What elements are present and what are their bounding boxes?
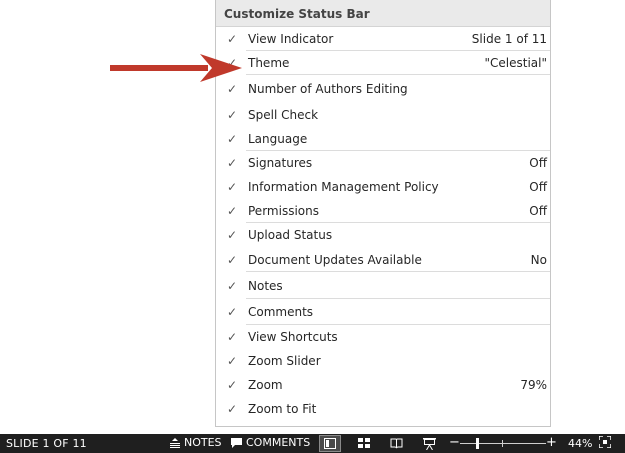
menu-item-label: View Shortcuts [248, 330, 338, 344]
checkmark-icon: ✓ [226, 228, 238, 242]
powerpoint-window: Customize Status Bar ✓ View Indicator Sl… [0, 0, 625, 453]
zoom-slider-thumb[interactable] [476, 438, 479, 449]
menu-item-value: No [530, 252, 547, 267]
menu-item-label: Spell Check [248, 108, 319, 122]
menu-item-label: Zoom Slider [248, 354, 321, 368]
normal-view-button[interactable] [319, 435, 341, 452]
menu-item-value: 79% [520, 378, 547, 392]
menu-title: Customize Status Bar [216, 0, 550, 27]
menu-item-label: Zoom to Fit [248, 402, 317, 416]
menu-item-label: Zoom [248, 378, 283, 392]
checkmark-icon: ✓ [226, 305, 238, 319]
menu-item-label: Information Management Policy [248, 180, 439, 194]
checkmark-icon: ✓ [226, 378, 238, 392]
menu-item-label: Document Updates Available [248, 252, 422, 267]
checkmark-icon: ✓ [226, 252, 238, 267]
menu-item-label: Comments [248, 305, 314, 319]
slide-show-icon [422, 437, 436, 450]
menu-item-label: Signatures [248, 156, 313, 170]
checkmark-icon: ✓ [226, 402, 238, 416]
checkmark-icon: ✓ [226, 156, 238, 170]
notes-label: NOTES [184, 436, 222, 449]
zoom-out-button[interactable]: − [449, 435, 460, 450]
zoom-level[interactable]: 44% [568, 437, 592, 450]
menu-item-view-shortcuts[interactable]: ✓ View Shortcuts [216, 325, 550, 349]
comments-button[interactable]: COMMENTS [231, 436, 310, 449]
notes-button[interactable]: NOTES [170, 436, 222, 449]
menu-item-label: Theme [248, 56, 290, 70]
slide-show-button[interactable] [418, 435, 440, 452]
checkmark-icon: ✓ [226, 108, 238, 122]
checkmark-icon: ✓ [226, 82, 238, 96]
menu-item-value: Off [529, 180, 547, 194]
menu-item-label: Number of Authors Editing [248, 82, 408, 96]
fit-to-window-button[interactable] [598, 435, 612, 451]
menu-item-document-updates-available[interactable]: ✓ Document Updates Available No [216, 247, 550, 272]
menu-item-spell-check[interactable]: ✓ Spell Check [216, 103, 550, 127]
menu-item-signatures[interactable]: ✓ Signatures Off [216, 151, 550, 175]
customize-status-bar-menu: Customize Status Bar ✓ View Indicator Sl… [215, 0, 551, 427]
reading-view-icon [390, 438, 402, 449]
menu-item-view-indicator[interactable]: ✓ View Indicator Slide 1 of 11 [216, 27, 550, 51]
normal-view-icon [324, 438, 336, 449]
checkmark-icon: ✓ [226, 32, 238, 46]
menu-item-value: "Celestial" [484, 56, 548, 70]
menu-item-label: Permissions [248, 204, 319, 218]
menu-item-number-of-authors-editing[interactable]: ✓ Number of Authors Editing [216, 75, 550, 103]
slide-indicator[interactable]: SLIDE 1 OF 11 [6, 437, 87, 450]
checkmark-icon: ✓ [226, 180, 238, 194]
menu-item-zoom-slider[interactable]: ✓ Zoom Slider [216, 349, 550, 373]
fit-to-window-icon [598, 435, 612, 449]
menu-item-value: Slide 1 of 11 [471, 32, 547, 46]
notes-icon [170, 437, 180, 448]
menu-item-information-management-policy[interactable]: ✓ Information Management Policy Off [216, 175, 550, 199]
slide-sorter-icon [358, 438, 370, 448]
menu-item-notes[interactable]: ✓ Notes [216, 272, 550, 299]
right-arrow-icon [110, 54, 242, 82]
status-bar: SLIDE 1 OF 11 NOTES COMMENTS − + 44% [0, 434, 625, 453]
menu-item-label: Upload Status [248, 228, 333, 242]
menu-item-permissions[interactable]: ✓ Permissions Off [216, 199, 550, 223]
menu-item-zoom[interactable]: ✓ Zoom 79% [216, 373, 550, 397]
menu-item-label: View Indicator [248, 32, 334, 46]
checkmark-icon: ✓ [226, 132, 238, 146]
checkmark-icon: ✓ [226, 354, 238, 368]
reading-view-button[interactable] [385, 435, 407, 452]
menu-item-label: Language [248, 132, 308, 146]
zoom-slider-track[interactable] [460, 443, 546, 444]
menu-item-language[interactable]: ✓ Language [216, 127, 550, 151]
menu-item-upload-status[interactable]: ✓ Upload Status [216, 223, 550, 247]
zoom-in-button[interactable]: + [546, 435, 557, 450]
checkmark-icon: ✓ [226, 330, 238, 344]
menu-item-label: Notes [248, 278, 283, 293]
comment-icon [231, 437, 242, 448]
checkmark-icon: ✓ [226, 204, 238, 218]
menu-item-zoom-to-fit[interactable]: ✓ Zoom to Fit [216, 397, 550, 421]
menu-item-value: Off [529, 156, 547, 170]
comments-label: COMMENTS [246, 436, 311, 449]
menu-item-comments[interactable]: ✓ Comments [216, 299, 550, 325]
menu-item-theme[interactable]: ✓ Theme "Celestial" [216, 51, 550, 75]
menu-item-value: Off [529, 204, 547, 218]
zoom-slider-center-tick [502, 440, 503, 447]
slide-sorter-view-button[interactable] [353, 435, 375, 452]
checkmark-icon: ✓ [226, 278, 238, 293]
